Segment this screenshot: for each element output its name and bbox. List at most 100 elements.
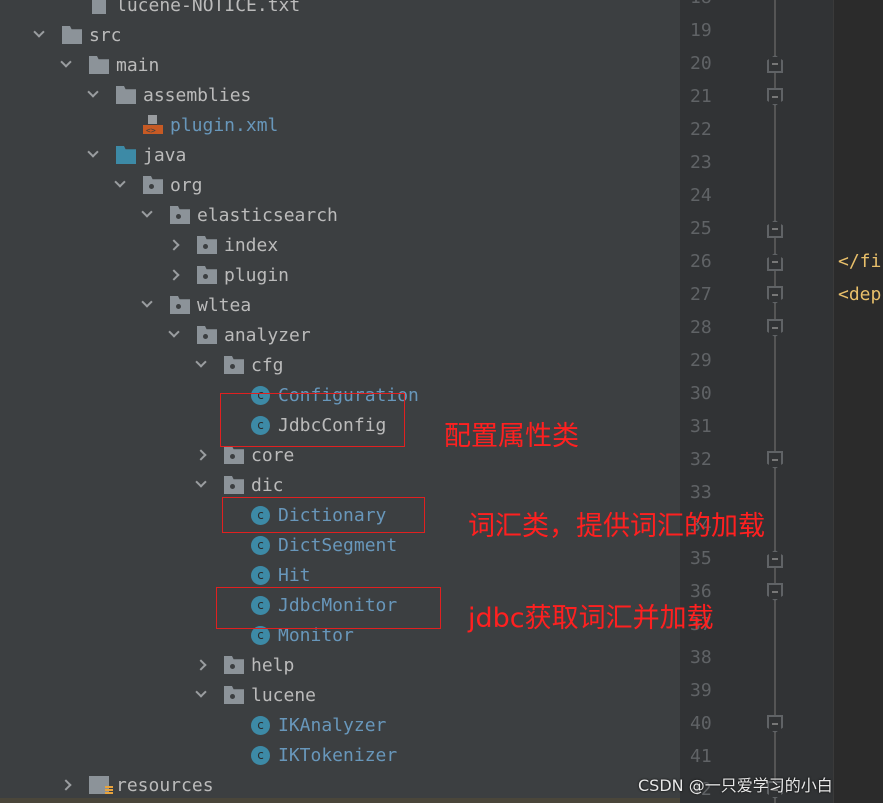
chevron-down-icon[interactable] (87, 146, 99, 158)
line-number: 35 (690, 548, 712, 569)
folder-icon (89, 776, 113, 794)
chevron-down-icon[interactable] (195, 356, 207, 368)
chevron-right-icon[interactable] (195, 659, 207, 671)
tree-item-label: index (224, 234, 279, 256)
chevron-right-icon[interactable] (195, 449, 207, 461)
chevron-down-icon[interactable] (33, 26, 45, 38)
tree-item-hit[interactable]: c Hit (0, 560, 680, 590)
source-folder-icon (116, 146, 136, 164)
tree-item-label: main (116, 54, 160, 76)
code-line: <dep (838, 284, 882, 305)
line-number: 20 (690, 53, 712, 74)
tree-item-label: lucene-NOTICE.txt (116, 0, 301, 16)
annotation-config: 配置属性类 (444, 421, 579, 452)
tree-item-java[interactable]: java (0, 140, 680, 170)
folder-icon (62, 26, 82, 44)
tree-item-cfg[interactable]: cfg (0, 350, 680, 380)
line-number: 18 (690, 0, 712, 14)
tree-item-label: org (170, 174, 203, 196)
tree-item-main[interactable]: main (0, 50, 680, 80)
class-icon: c (251, 535, 270, 555)
tree-item-label: assemblies (143, 84, 252, 106)
package-icon (224, 686, 244, 704)
tree-item-label: help (251, 654, 295, 676)
annotation-monitor: jdbc获取词汇并加载 (468, 603, 714, 634)
highlight-box-dictionary (222, 497, 425, 533)
package-icon (224, 446, 244, 464)
chevron-down-icon[interactable] (168, 326, 180, 338)
package-icon (143, 176, 163, 194)
watermark: CSDN @一只爱学习的小白 (638, 776, 833, 795)
svg-text:<>: <> (146, 126, 156, 135)
xml-file-icon: <> (143, 115, 163, 135)
tree-item-plugin-xml[interactable]: <> plugin.xml (0, 110, 680, 140)
tree-item-org[interactable]: org (0, 170, 680, 200)
line-number: 40 (690, 713, 712, 734)
annotation-dictionary: 词汇类，提供词汇的加载 (468, 511, 765, 542)
line-number: 22 (690, 119, 712, 140)
tree-item-label: IKAnalyzer (278, 714, 387, 736)
chevron-right-icon[interactable] (60, 779, 72, 791)
class-icon: c (251, 745, 270, 765)
tree-item-label: plugin (224, 264, 290, 286)
tree-item-resources[interactable]: resources (0, 770, 680, 800)
line-number: 39 (690, 680, 712, 701)
chevron-right-icon[interactable] (168, 239, 180, 251)
folder-icon (89, 56, 109, 74)
chevron-down-icon[interactable] (195, 686, 207, 698)
highlight-box-jdbcconfig (220, 393, 405, 447)
line-number: 38 (690, 647, 712, 668)
tree-item-wltea[interactable]: wltea (0, 290, 680, 320)
chevron-down-icon[interactable] (195, 476, 207, 488)
chevron-right-icon[interactable] (168, 269, 180, 281)
tree-item-lucene[interactable]: lucene (0, 680, 680, 710)
tree-item-label: DictSegment (278, 534, 398, 556)
package-icon (197, 266, 217, 284)
class-icon: c (251, 715, 270, 735)
chevron-down-icon[interactable] (87, 86, 99, 98)
tree-item-label: plugin.xml (170, 114, 279, 136)
chevron-down-icon[interactable] (114, 176, 126, 188)
tree-item-src[interactable]: src (0, 20, 680, 50)
line-number: 23 (690, 152, 712, 173)
tree-item-label: resources (116, 774, 214, 796)
line-number: 27 (690, 284, 712, 305)
tree-item-label: lucene (251, 684, 317, 706)
tree-item-label: wltea (197, 294, 252, 316)
tree-item-index[interactable]: index (0, 230, 680, 260)
tree-item-iktokenizer[interactable]: c IKTokenizer (0, 740, 680, 770)
package-icon (224, 356, 244, 374)
line-number: 24 (690, 185, 712, 206)
tree-item-assemblies[interactable]: assemblies (0, 80, 680, 110)
chevron-down-icon[interactable] (141, 296, 153, 308)
code-line: </fi (838, 251, 882, 272)
line-number: 32 (690, 449, 712, 470)
line-number: 21 (690, 86, 712, 107)
tree-item-label: IKTokenizer (278, 744, 398, 766)
chevron-down-icon[interactable] (141, 206, 153, 218)
folder-icon (116, 86, 136, 104)
package-icon (170, 206, 190, 224)
tree-item-analyzer[interactable]: analyzer (0, 320, 680, 350)
text-file-icon (92, 0, 106, 14)
highlight-box-jdbcmonitor (216, 587, 441, 629)
package-icon (224, 656, 244, 674)
tree-item-plugin[interactable]: plugin (0, 260, 680, 290)
tree-item-help[interactable]: help (0, 650, 680, 680)
package-icon (170, 296, 190, 314)
tree-item-ikanalyzer[interactable]: c IKAnalyzer (0, 710, 680, 740)
tree-item-elasticsearch[interactable]: elasticsearch (0, 200, 680, 230)
line-number: 30 (690, 383, 712, 404)
chevron-down-icon[interactable] (60, 56, 72, 68)
tree-item-lucene-notice-txt[interactable]: lucene-NOTICE.txt (0, 0, 680, 20)
line-number: 41 (690, 746, 712, 767)
tree-item-label: java (143, 144, 187, 166)
tree-item-dic[interactable]: dic (0, 470, 680, 500)
tree-item-label: elasticsearch (197, 204, 338, 226)
package-icon (197, 236, 217, 254)
class-icon: c (251, 565, 270, 585)
code-editor[interactable] (833, 0, 883, 803)
fold-guide (774, 0, 776, 803)
line-number: 28 (690, 317, 712, 338)
tree-item-label: src (89, 24, 122, 46)
